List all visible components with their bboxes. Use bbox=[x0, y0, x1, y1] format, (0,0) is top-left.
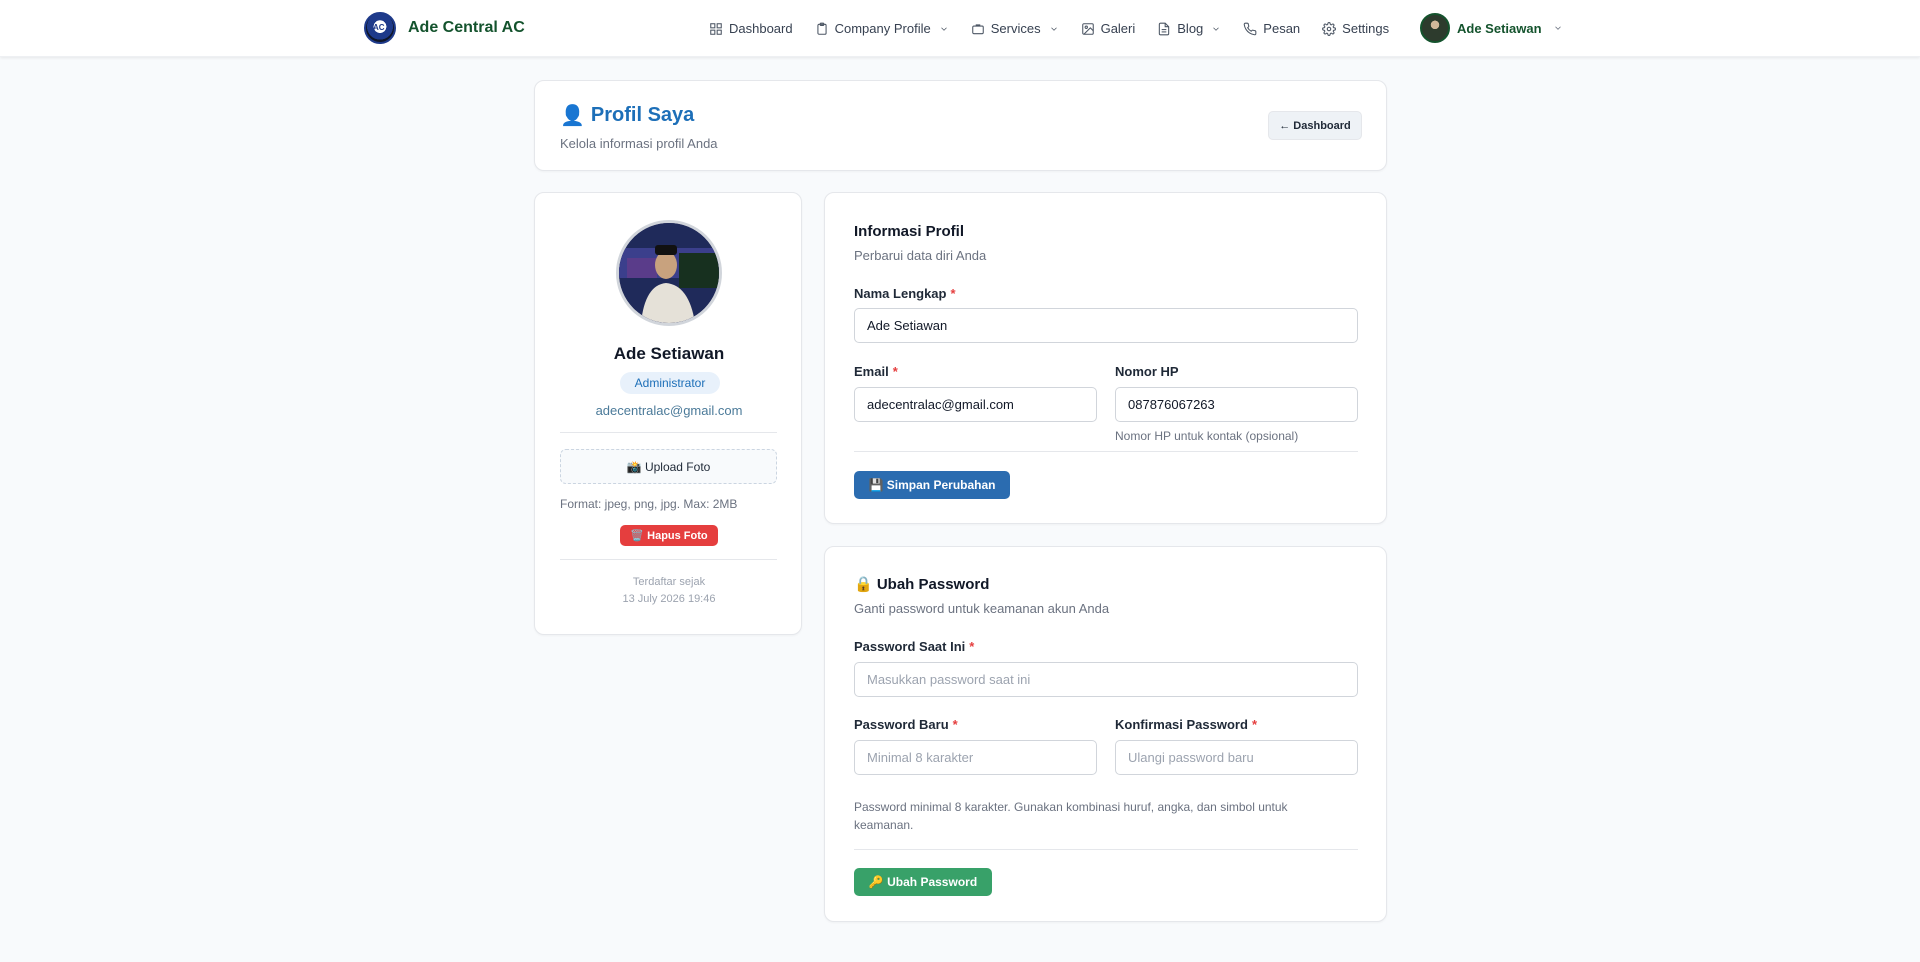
nav-item-label: Dashboard bbox=[729, 21, 793, 36]
section-title: 🔒 Ubah Password bbox=[854, 576, 990, 593]
user-menu[interactable]: Ade Setiawan bbox=[1420, 13, 1563, 43]
nav-item-pesan[interactable]: Pesan bbox=[1243, 21, 1300, 36]
change-password-card: 🔒 Ubah Password Ganti password untuk kea… bbox=[824, 546, 1387, 922]
chevron-down-icon bbox=[940, 26, 947, 31]
new-password-label: Password Baru * bbox=[854, 717, 958, 732]
registered-label: Terdaftar sejak bbox=[632, 576, 706, 588]
nav-item-galeri[interactable]: Galeri bbox=[1081, 21, 1136, 36]
section-subtitle: Perbarui data diri Anda bbox=[854, 248, 987, 263]
chevron-down-icon bbox=[1213, 26, 1220, 31]
confirm-password-label: Konfirmasi Password * bbox=[1115, 717, 1257, 732]
nav-item-label: Settings bbox=[1342, 21, 1390, 36]
divider bbox=[854, 451, 1358, 452]
new-password-input[interactable] bbox=[854, 740, 1097, 775]
page-title-text: Profil Saya bbox=[590, 104, 695, 126]
nav-item-label: Company Profile bbox=[834, 21, 931, 36]
page-subtitle: Kelola informasi profil Anda bbox=[560, 136, 718, 151]
page-header-card: 👤 Profil Saya Kelola informasi profil An… bbox=[534, 80, 1387, 171]
nav-item-dashboard[interactable]: Dashboard bbox=[709, 21, 793, 36]
required-mark: * bbox=[892, 364, 898, 379]
phone-input[interactable] bbox=[1115, 387, 1358, 422]
save-changes-button[interactable]: 💾 Simpan Perubahan bbox=[854, 471, 1010, 499]
required-mark: * bbox=[950, 286, 956, 301]
required-mark: * bbox=[969, 639, 975, 654]
upload-photo-button[interactable]: 📸 Upload Foto bbox=[560, 449, 777, 484]
briefcase-icon bbox=[971, 23, 984, 34]
profile-email: adecentralac@gmail.com bbox=[595, 403, 743, 418]
current-password-label: Password Saat Ini * bbox=[854, 639, 975, 654]
email-label: Email * bbox=[854, 364, 898, 379]
phone-hint: Nomor HP untuk kontak (opsional) bbox=[1115, 429, 1299, 443]
brand[interactable]: AC Ade Central AC bbox=[364, 12, 525, 44]
profile-info-card: Informasi Profil Perbarui data diri Anda… bbox=[824, 192, 1387, 524]
nav-item-label: Blog bbox=[1177, 21, 1204, 36]
required-mark: * bbox=[1251, 717, 1257, 732]
user-name: Ade Setiawan bbox=[1457, 20, 1542, 36]
divider bbox=[560, 559, 777, 560]
page-title: 👤 Profil Saya bbox=[560, 103, 694, 128]
chevron-down-icon bbox=[1554, 26, 1561, 30]
user-icon: 👤 bbox=[560, 105, 585, 127]
delete-photo-button[interactable]: 🗑️ Hapus Foto bbox=[620, 525, 718, 546]
nav-item-label: Galeri bbox=[1100, 21, 1136, 36]
document-icon bbox=[1159, 22, 1170, 35]
role-badge: Administrator bbox=[620, 372, 720, 394]
name-label: Nama Lengkap * bbox=[854, 286, 956, 301]
gear-icon bbox=[1322, 21, 1337, 36]
section-subtitle: Ganti password untuk keamanan akun Anda bbox=[854, 601, 1110, 616]
image-icon bbox=[1081, 22, 1094, 35]
divider bbox=[560, 432, 777, 433]
top-navbar: AC Ade Central AC Dashboard Company Prof… bbox=[0, 0, 1920, 57]
email-input[interactable] bbox=[854, 387, 1097, 422]
brand-name: Ade Central AC bbox=[408, 19, 525, 36]
clipboard-icon bbox=[817, 22, 827, 35]
section-title: Informasi Profil bbox=[854, 223, 965, 240]
nav-item-label: Pesan bbox=[1263, 21, 1301, 36]
phone-label: Nomor HP bbox=[1115, 364, 1179, 379]
phone-icon bbox=[1243, 22, 1257, 35]
confirm-password-input[interactable] bbox=[1115, 740, 1358, 775]
back-to-dashboard-button[interactable]: ← Dashboard bbox=[1268, 111, 1362, 140]
nav-item-services[interactable]: Services bbox=[971, 21, 1059, 36]
password-hint: Password minimal 8 karakter. Gunakan kom… bbox=[854, 800, 1288, 832]
required-mark: * bbox=[952, 717, 958, 732]
full-name-input[interactable] bbox=[854, 308, 1358, 343]
nav-menu: Dashboard Company Profile Services Galer… bbox=[709, 0, 1411, 57]
photo-format-hint: Format: jpeg, png, jpg. Max: 2MB bbox=[560, 497, 738, 511]
profile-photo bbox=[616, 220, 722, 326]
current-password-input[interactable] bbox=[854, 662, 1358, 697]
grid-icon bbox=[710, 22, 722, 35]
avatar bbox=[1420, 13, 1450, 43]
nav-item-company-profile[interactable]: Company Profile bbox=[815, 21, 949, 36]
registered-date: 13 July 2026 19:46 bbox=[622, 593, 716, 605]
nav-item-label: Services bbox=[990, 21, 1041, 36]
change-password-button[interactable]: 🔑 Ubah Password bbox=[854, 868, 992, 896]
chevron-down-icon bbox=[1050, 26, 1057, 31]
profile-name: Ade Setiawan bbox=[613, 344, 725, 363]
profile-summary-card: Ade Setiawan Administrator adecentralac@… bbox=[534, 192, 802, 635]
divider bbox=[854, 849, 1358, 850]
nav-item-settings[interactable]: Settings bbox=[1322, 21, 1389, 36]
nav-item-blog[interactable]: Blog bbox=[1157, 21, 1221, 36]
brand-logo: AC bbox=[364, 12, 396, 44]
